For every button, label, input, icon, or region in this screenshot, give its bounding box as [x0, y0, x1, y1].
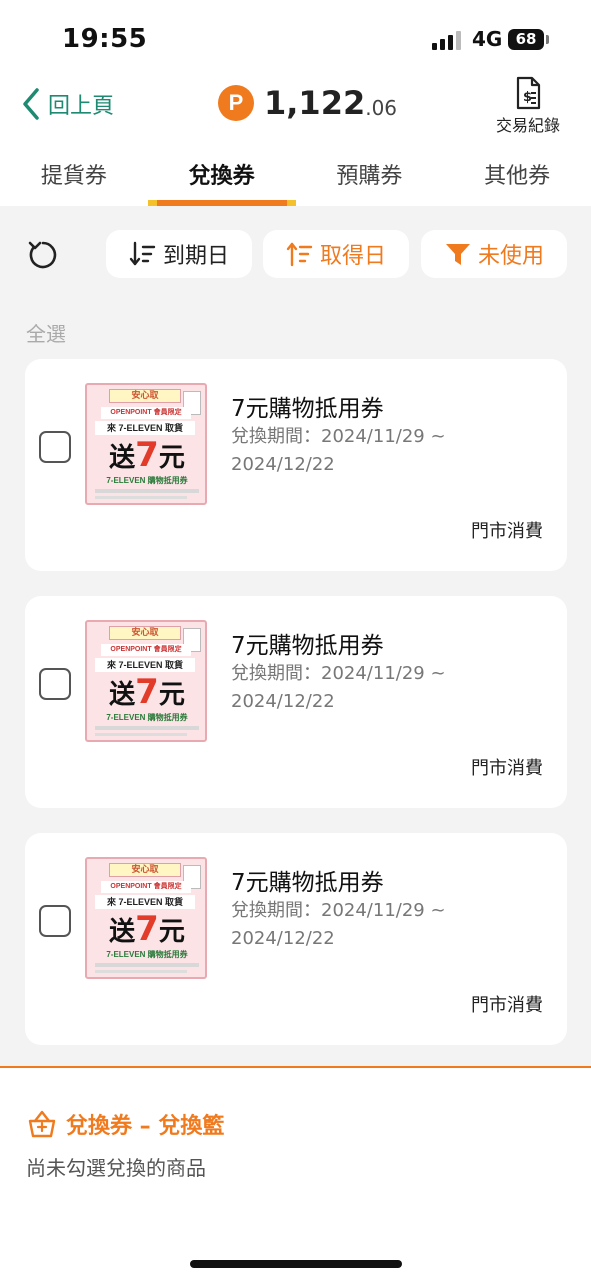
- coupon-image-line: OPENPOINT 會員限定: [101, 881, 191, 893]
- nav-bar: 回上頁 P 1,122 .06 $ 交易紀錄: [0, 70, 591, 140]
- coupon-image-value: 送7元: [97, 674, 197, 710]
- coupon-list-area: 到期日 取得日 未使用 全選 安心取 OPENPOINT 會員限定 來 7-EL…: [0, 206, 591, 1066]
- battery-icon: 68: [508, 29, 544, 50]
- coupon-usage-tag: 門市消費: [471, 758, 543, 779]
- coupon-image-line: 7-ELEVEN 購物抵用券: [106, 950, 188, 959]
- coupon-image-prefix: 送: [109, 917, 136, 947]
- battery-tip: [546, 35, 549, 44]
- refresh-icon[interactable]: [26, 238, 60, 272]
- status-time: 19:55: [62, 24, 148, 54]
- coupon-image-line: OPENPOINT 會員限定: [101, 644, 191, 656]
- coupon-usage-tag: 門市消費: [471, 995, 543, 1016]
- filter-row: 到期日 取得日 未使用: [0, 230, 591, 280]
- tab-label: 提貨券: [40, 164, 107, 189]
- coupon-image-line: 來 7-ELEVEN 取貨: [95, 421, 195, 435]
- sort-ascending-icon: [286, 242, 313, 267]
- records-label: 交易紀錄: [495, 116, 560, 135]
- coupon-title: 7元購物抵用券: [231, 396, 384, 422]
- filter-unused-button[interactable]: 未使用: [421, 230, 567, 278]
- coupon-image-number: 7: [135, 909, 159, 949]
- coupon-image-banner: 安心取: [109, 626, 181, 640]
- tab-label: 兌換券: [188, 164, 255, 189]
- coupon-image-suffix: 元: [158, 680, 185, 710]
- coupon-image-number: 7: [135, 672, 159, 712]
- tab-label: 其他券: [484, 164, 551, 189]
- back-button[interactable]: 回上頁: [20, 84, 114, 124]
- sort-obtain-label: 取得日: [319, 244, 386, 269]
- coupon-image-fineprint: [95, 970, 187, 973]
- home-indicator[interactable]: [190, 1260, 402, 1268]
- coupon-image-prefix: 送: [109, 680, 136, 710]
- coupon-image-suffix: 元: [158, 917, 185, 947]
- coupon-image-line: OPENPOINT 會員限定: [101, 407, 191, 419]
- chevron-left-icon: [23, 88, 39, 120]
- coupon-period: 兌換期間：2024/11/29 ~ 2024/12/22: [231, 900, 446, 949]
- sort-expire-button[interactable]: 到期日: [106, 230, 252, 278]
- exchange-basket[interactable]: 兌換券 – 兌換籃 尚未勾選兌換的商品: [0, 1066, 591, 1280]
- filter-funnel-icon: [445, 244, 470, 265]
- coupon-image-fineprint: [95, 963, 199, 967]
- coupon-tabs: 提貨券 兌換券 預購券 其他券: [0, 140, 591, 206]
- coupon-image-fineprint: [95, 726, 199, 730]
- coupon-image-line: 7-ELEVEN 購物抵用券: [106, 713, 188, 722]
- svg-text:$: $: [523, 90, 532, 105]
- coupon-checkbox[interactable]: [39, 431, 71, 463]
- coupon-title: 7元購物抵用券: [231, 633, 384, 659]
- basket-empty-text: 尚未勾選兌換的商品: [26, 1156, 206, 1180]
- coupon-usage-tag: 門市消費: [471, 521, 543, 542]
- points-balance: P 1,122 .06: [218, 84, 397, 122]
- coupon-checkbox[interactable]: [39, 905, 71, 937]
- coupon-title: 7元購物抵用券: [231, 870, 384, 896]
- coupon-image-value: 送7元: [97, 911, 197, 947]
- coupon-image-banner: 安心取: [109, 863, 181, 877]
- signal-icon: [432, 30, 462, 50]
- coupon-image-fineprint: [95, 496, 187, 499]
- coupon-checkbox[interactable]: [39, 668, 71, 700]
- coupon-image-line: 7-ELEVEN 購物抵用券: [106, 476, 188, 485]
- coupon-image-suffix: 元: [158, 443, 185, 473]
- tab-pickup[interactable]: 提貨券: [0, 140, 148, 206]
- transaction-records-button[interactable]: $ 交易紀錄: [493, 76, 563, 136]
- coupon-period: 兌換期間：2024/11/29 ~ 2024/12/22: [231, 426, 446, 475]
- receipt-icon: $: [516, 76, 541, 110]
- basket-title: 兌換券 – 兌換籃: [26, 1108, 224, 1140]
- tab-exchange[interactable]: 兌換券: [147, 140, 296, 206]
- coupon-image-fineprint: [95, 733, 187, 736]
- filter-unused-label: 未使用: [477, 244, 544, 269]
- coupon-image: 安心取 OPENPOINT 會員限定 來 7-ELEVEN 取貨 送7元 7-E…: [85, 857, 207, 979]
- coupon-period: 兌換期間：2024/11/29 ~ 2024/12/22: [231, 663, 446, 712]
- coupon-image: 安心取 OPENPOINT 會員限定 來 7-ELEVEN 取貨 送7元 7-E…: [85, 383, 207, 505]
- back-label: 回上頁: [48, 94, 115, 119]
- coupon-image-prefix: 送: [109, 443, 136, 473]
- coupon-card[interactable]: 安心取 OPENPOINT 會員限定 來 7-ELEVEN 取貨 送7元 7-E…: [25, 596, 567, 808]
- coupon-image: 安心取 OPENPOINT 會員限定 來 7-ELEVEN 取貨 送7元 7-E…: [85, 620, 207, 742]
- points-icon: P: [218, 85, 254, 121]
- status-bar: 19:55 4G 68: [0, 0, 591, 70]
- coupon-image-number: 7: [135, 435, 159, 475]
- coupon-image-fineprint: [95, 489, 199, 493]
- basket-icon: [28, 1110, 56, 1138]
- coupon-image-banner: 安心取: [109, 389, 181, 403]
- coupon-card[interactable]: 安心取 OPENPOINT 會員限定 來 7-ELEVEN 取貨 送7元 7-E…: [25, 359, 567, 571]
- points-integer: 1,122: [264, 84, 366, 122]
- tab-label: 預購券: [336, 164, 403, 189]
- tab-preorder[interactable]: 預購券: [296, 140, 444, 206]
- basket-title-label: 兌換券 – 兌換籃: [66, 1114, 225, 1139]
- sort-expire-label: 到期日: [162, 244, 229, 269]
- select-all[interactable]: 全選: [26, 318, 66, 347]
- coupon-image-line: 來 7-ELEVEN 取貨: [95, 895, 195, 909]
- coupon-image-value: 送7元: [97, 437, 197, 473]
- points-decimal: .06: [365, 96, 398, 120]
- tab-other[interactable]: 其他券: [443, 140, 591, 206]
- coupon-image-line: 來 7-ELEVEN 取貨: [95, 658, 195, 672]
- coupon-card[interactable]: 安心取 OPENPOINT 會員限定 來 7-ELEVEN 取貨 送7元 7-E…: [25, 833, 567, 1045]
- sort-descending-icon: [129, 241, 156, 266]
- network-type: 4G: [472, 27, 503, 51]
- sort-obtain-button[interactable]: 取得日: [263, 230, 409, 278]
